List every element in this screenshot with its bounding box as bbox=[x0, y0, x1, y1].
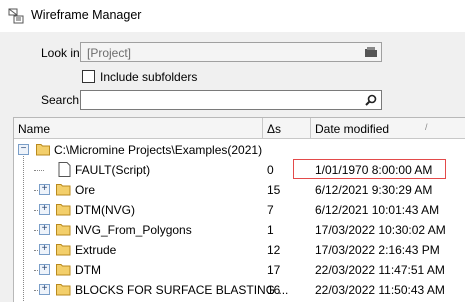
grid-header: Name Δs Date modified / bbox=[14, 118, 465, 139]
wireframe-tree-grid[interactable]: Name Δs Date modified / − C:\Micromine P… bbox=[13, 117, 465, 302]
tree-root-row[interactable]: − C:\Micromine Projects\Examples(2021) bbox=[14, 140, 465, 160]
row-date: 22/03/2022 11:47:51 AM bbox=[315, 263, 445, 277]
window-title: Wireframe Manager bbox=[31, 8, 142, 22]
column-header-name[interactable]: Name bbox=[14, 118, 263, 139]
row-date: 6/12/2021 10:01:43 AM bbox=[315, 203, 440, 217]
expand-toggle-icon[interactable]: + bbox=[39, 263, 50, 275]
row-name: DTM(NVG) bbox=[75, 203, 135, 217]
tree-row[interactable]: + Extrude 12 17/03/2022 2:16:43 PM bbox=[14, 240, 465, 260]
row-name: DTM bbox=[75, 263, 101, 277]
search-label: Search bbox=[41, 93, 80, 107]
lookin-field[interactable]: [Project] bbox=[80, 42, 382, 62]
row-delta: 15 bbox=[267, 183, 281, 197]
row-delta: 16 bbox=[267, 283, 281, 297]
wireframe-manager-icon bbox=[8, 8, 24, 24]
row-name: BLOCKS FOR SURFACE BLASTING ... bbox=[75, 283, 289, 297]
highlight-box bbox=[293, 159, 446, 179]
row-date: 6/12/2021 9:30:29 AM bbox=[315, 183, 433, 197]
tree-row[interactable]: + BLOCKS FOR SURFACE BLASTING ... 16 22/03/… bbox=[14, 280, 465, 300]
folder-open-icon bbox=[36, 144, 50, 156]
include-subfolders-label: Include subfolders bbox=[100, 70, 198, 84]
tree-row[interactable]: + DTM 17 22/03/2022 11:47:51 AM bbox=[14, 260, 465, 280]
row-name: Extrude bbox=[75, 243, 117, 257]
root-path-label: C:\Micromine Projects\Examples(2021) bbox=[54, 143, 263, 157]
row-date: 17/03/2022 2:16:43 PM bbox=[315, 243, 440, 257]
folder-icon bbox=[56, 224, 71, 236]
tree-row[interactable]: + NVG_From_Polygons 1 17/03/2022 10:30:02 A… bbox=[14, 220, 465, 240]
search-input[interactable] bbox=[80, 90, 382, 110]
lookin-label: Look in bbox=[41, 46, 80, 60]
folder-icon bbox=[56, 204, 71, 216]
row-delta: 7 bbox=[267, 203, 274, 217]
expand-toggle-icon[interactable]: + bbox=[39, 183, 50, 195]
row-delta: 1 bbox=[267, 223, 274, 237]
tree-row[interactable]: + DTM(NVG) 7 6/12/2021 10:01:43 AM bbox=[14, 200, 465, 220]
row-name: FAULT(Script) bbox=[75, 163, 151, 177]
expand-toggle-icon[interactable]: + bbox=[39, 283, 50, 295]
collapse-toggle-icon[interactable]: − bbox=[18, 143, 29, 155]
browse-folder-icon[interactable] bbox=[364, 45, 378, 59]
row-date: 17/03/2022 10:30:02 AM bbox=[315, 223, 446, 237]
row-name: NVG_From_Polygons bbox=[75, 223, 192, 237]
folder-icon bbox=[56, 264, 71, 276]
row-delta: 0 bbox=[267, 163, 274, 177]
expand-toggle-icon[interactable]: + bbox=[39, 223, 50, 235]
expand-toggle-icon[interactable]: + bbox=[39, 203, 50, 215]
search-icon[interactable] bbox=[364, 93, 378, 107]
folder-icon bbox=[56, 184, 71, 196]
column-header-delta[interactable]: Δs bbox=[263, 118, 311, 139]
column-header-date[interactable]: Date modified / bbox=[311, 118, 465, 139]
row-date: 22/03/2022 11:50:43 AM bbox=[315, 283, 445, 297]
row-delta: 17 bbox=[267, 263, 281, 277]
lookin-value: [Project] bbox=[87, 46, 132, 60]
folder-icon bbox=[56, 244, 71, 256]
expand-toggle-icon[interactable]: + bbox=[39, 243, 50, 255]
row-name: Ore bbox=[75, 183, 96, 197]
row-delta: 12 bbox=[267, 243, 281, 257]
title-bar: Wireframe Manager bbox=[0, 0, 465, 32]
document-icon bbox=[58, 162, 71, 177]
sort-indicator-icon: / bbox=[425, 122, 428, 132]
folder-icon bbox=[56, 284, 71, 296]
include-subfolders-checkbox[interactable] bbox=[82, 70, 95, 83]
tree-row[interactable]: + Ore 15 6/12/2021 9:30:29 AM bbox=[14, 180, 465, 200]
tree-connector bbox=[34, 170, 44, 171]
